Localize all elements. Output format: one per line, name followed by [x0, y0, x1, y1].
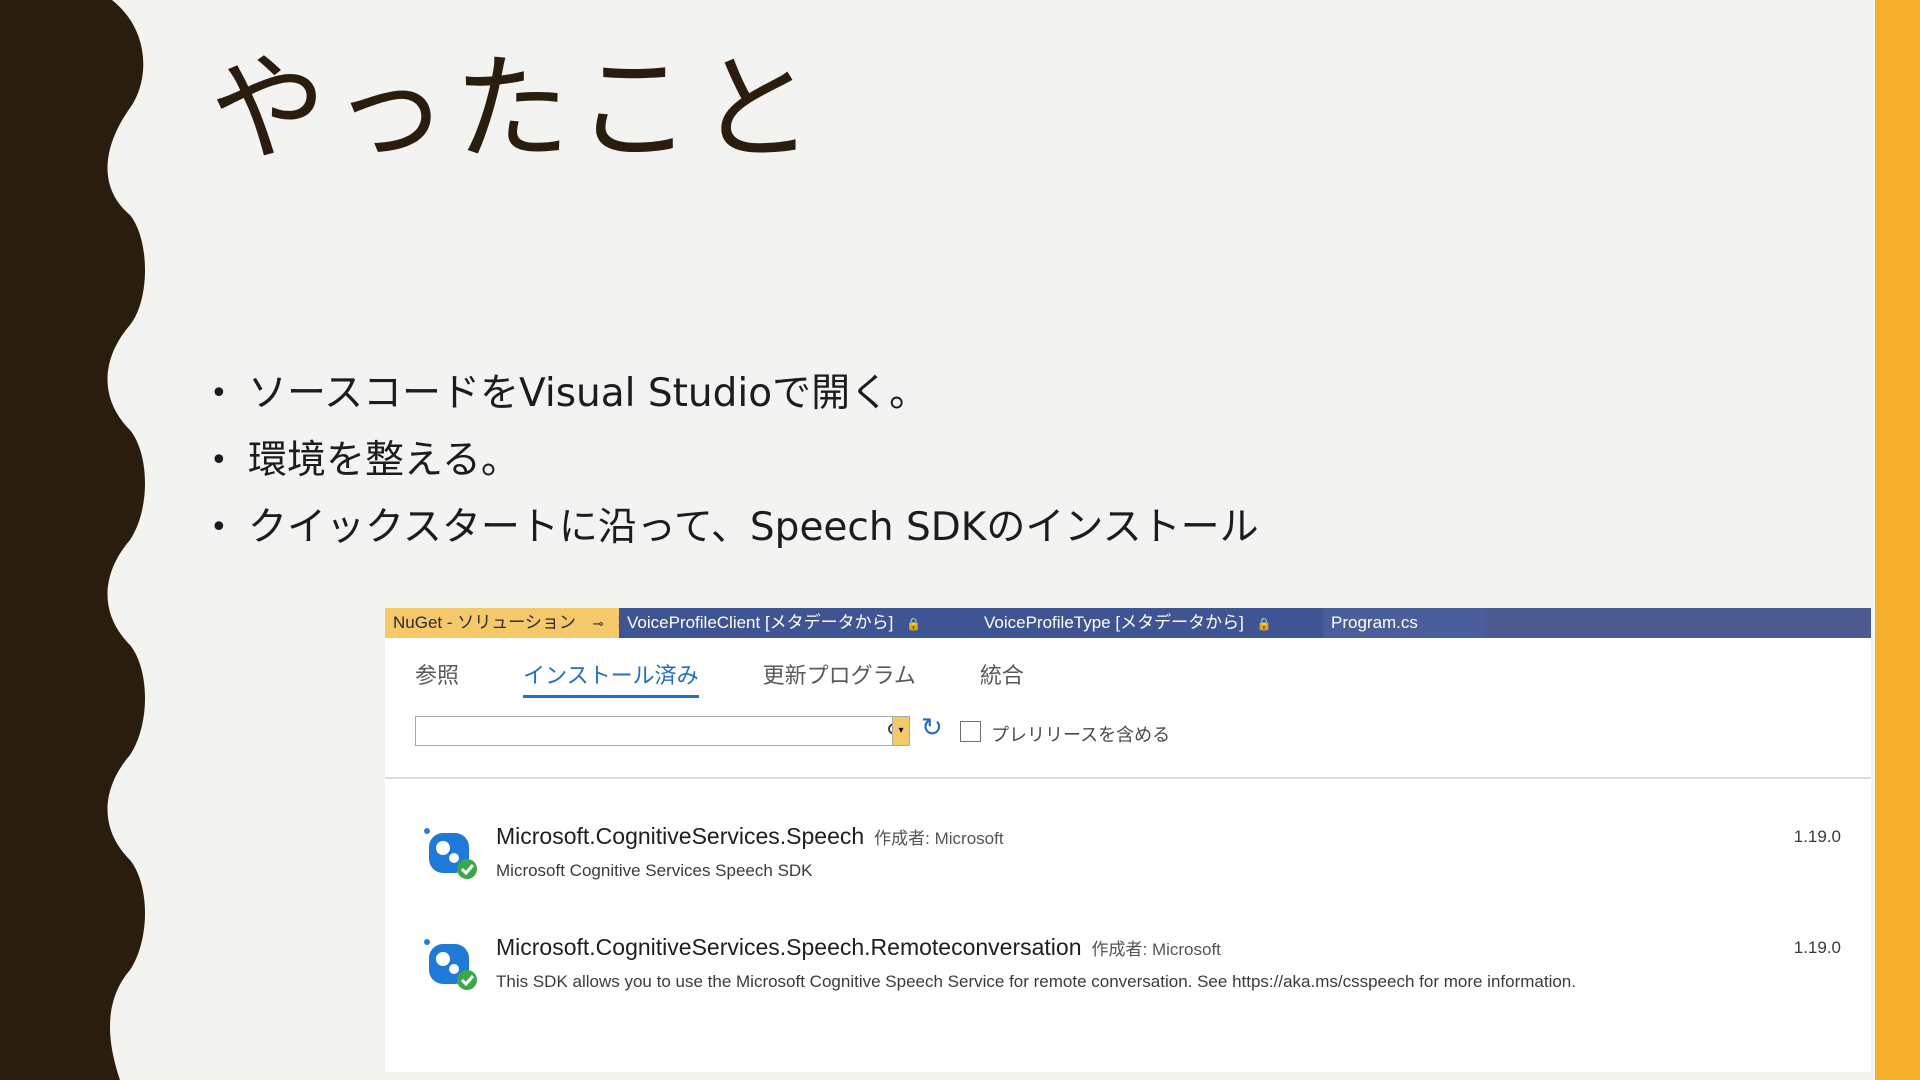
tab-voiceprofiletype[interactable]: VoiceProfileType [メタデータから] 🔒 [976, 608, 1323, 638]
tab-label: VoiceProfileType [メタデータから] [984, 613, 1244, 632]
bullet-text: クイックスタートに沿って、Speech SDKのインストール [248, 505, 1259, 550]
tab-consolidate[interactable]: 統合 [980, 658, 1024, 698]
bullet-item: • 環境を整える。 [210, 427, 1259, 494]
bullet-text: ソースコードをVisual Studioで開く。 [248, 371, 929, 416]
package-name-text: Microsoft.CognitiveServices.Speech.Remot… [496, 934, 1082, 960]
tab-label: NuGet - ソリューション [393, 613, 576, 632]
package-author: 作成者: Microsoft [874, 829, 1004, 848]
tab-updates[interactable]: 更新プログラム [763, 658, 916, 698]
prerelease-checkbox[interactable] [960, 721, 981, 742]
divider [385, 777, 1871, 779]
tab-program-cs[interactable]: Program.cs [1323, 608, 1485, 638]
bullet-dot-icon: • [210, 376, 228, 411]
bullet-item: • ソースコードをVisual Studioで開く。 [210, 360, 1259, 427]
document-tab-bar: NuGet - ソリューション ⊸ ✕ VoiceProfileClient [… [385, 608, 1871, 638]
bullet-dot-icon: • [210, 510, 228, 545]
tab-label: Program.cs [1331, 613, 1418, 632]
search-input[interactable] [420, 717, 860, 743]
package-name: Microsoft.CognitiveServices.Speech.Remot… [496, 934, 1221, 961]
bullet-text: 環境を整える。 [248, 438, 520, 483]
lock-icon: 🔒 [1256, 617, 1272, 631]
nuget-screenshot: NuGet - ソリューション ⊸ ✕ VoiceProfileClient [… [385, 608, 1871, 1072]
bullet-dot-icon: • [210, 443, 228, 478]
package-author: 作成者: Microsoft [1091, 940, 1221, 959]
package-name: Microsoft.CognitiveServices.Speech 作成者: M… [496, 823, 1004, 850]
nuget-subtabs: 参照 インストール済み 更新プログラム 統合 [415, 658, 1088, 698]
tab-voiceprofileclient[interactable]: VoiceProfileClient [メタデータから] 🔒 [619, 608, 976, 638]
tab-nuget-solution[interactable]: NuGet - ソリューション ⊸ ✕ [385, 608, 631, 638]
left-wave-decoration [0, 0, 145, 1080]
package-row[interactable]: Microsoft.CognitiveServices.Speech.Remot… [421, 934, 1861, 1004]
bullet-item: • クイックスタートに沿って、Speech SDKのインストール [210, 494, 1259, 561]
tab-browse[interactable]: 参照 [415, 658, 459, 698]
search-box: ⚲ [415, 716, 910, 746]
package-version: 1.19.0 [1793, 938, 1841, 957]
package-row[interactable]: Microsoft.CognitiveServices.Speech 作成者: M… [421, 823, 1861, 893]
package-description: Microsoft Cognitive Services Speech SDK [496, 861, 813, 880]
pin-icon[interactable]: ⊸ [593, 616, 604, 631]
package-description: This SDK allows you to use the Microsoft… [496, 972, 1576, 991]
nuget-package-icon [424, 828, 477, 879]
package-version: 1.19.0 [1793, 827, 1841, 846]
nuget-package-icon [424, 939, 477, 990]
tab-label: VoiceProfileClient [メタデータから] [627, 613, 894, 632]
refresh-icon[interactable]: ↻ [921, 712, 943, 743]
tab-installed[interactable]: インストール済み [523, 658, 699, 698]
chevron-down-icon: ▾ [898, 725, 904, 736]
right-accent-bar [1875, 0, 1920, 1080]
lock-icon: 🔒 [906, 617, 922, 631]
slide-title: やったこと [210, 42, 820, 177]
bullet-list: • ソースコードをVisual Studioで開く。 • 環境を整える。 • クイック… [210, 360, 1259, 561]
package-name-text: Microsoft.CognitiveServices.Speech [496, 823, 865, 849]
search-dropdown-button[interactable]: ▾ [892, 716, 910, 746]
prerelease-label: プレリリースを含める [991, 725, 1171, 745]
